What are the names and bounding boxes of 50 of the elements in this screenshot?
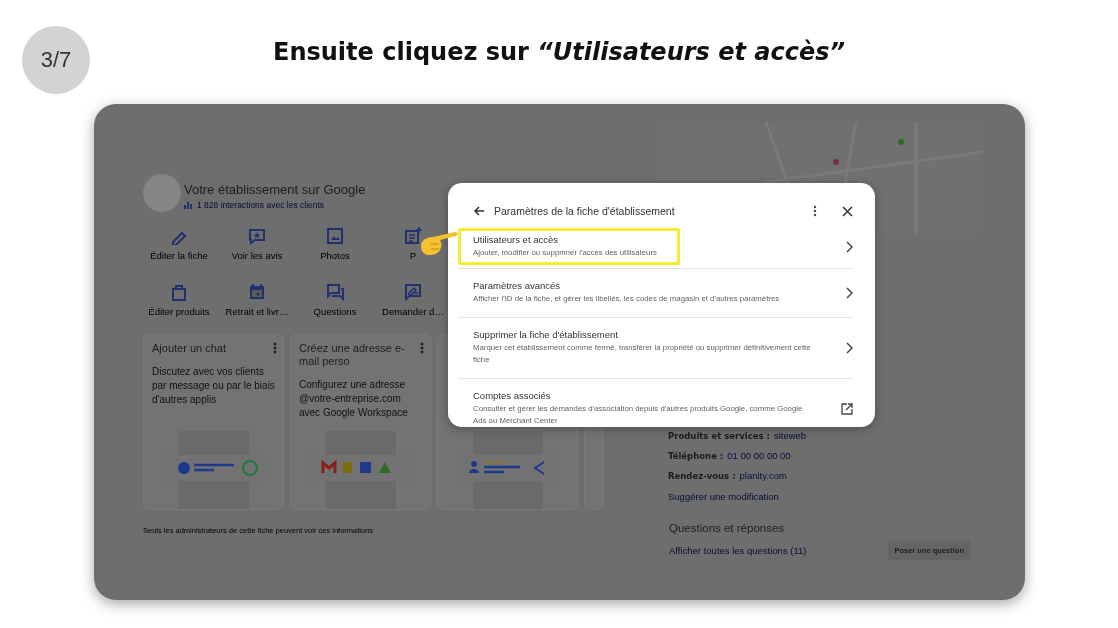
action-button[interactable]: Questions: [296, 283, 374, 317]
close-icon: [842, 205, 853, 217]
card-title: Créez une adresse e-mail perso: [299, 342, 406, 368]
business-title: Votre établissement sur Google: [184, 182, 366, 197]
action-button[interactable]: P: [374, 227, 452, 261]
item-title: Supprimer la fiche d'établissement: [473, 329, 619, 340]
interactions-link[interactable]: 1 828 interactions avec les clients: [197, 200, 325, 210]
more-vertical-icon: [813, 205, 817, 217]
suggest-edit-link[interactable]: Suggérer une modification: [668, 491, 986, 502]
action-button[interactable]: Voir les avis: [218, 227, 296, 261]
more-vertical-icon: [420, 342, 424, 354]
chevron-right-icon: [845, 240, 853, 253]
detail-label: Rendez-vous :: [668, 471, 736, 481]
more-vertical-icon: [273, 342, 277, 354]
post-icon: [404, 227, 422, 245]
card-description: Discutez avec vos clients par message ou par le biais d'autres applis: [152, 365, 276, 407]
step-counter: 3/7: [22, 26, 90, 94]
back-arrow-icon: [473, 205, 485, 217]
action-button[interactable]: Éditer la fiche: [140, 227, 218, 261]
external-link-icon: [841, 402, 853, 415]
action-button[interactable]: Demander d…: [374, 283, 452, 317]
back-button[interactable]: [473, 205, 485, 217]
chevron-right-icon: [845, 286, 853, 299]
instruction-heading: Ensuite cliquez sur “Utilisateurs et accès”: [273, 37, 845, 66]
detail-label: Téléphone :: [668, 451, 724, 461]
action-button[interactable]: Retrait et livr…: [218, 283, 296, 317]
chevron-right-icon: [845, 341, 853, 354]
shopping-bag-icon: [170, 283, 188, 301]
dialog-title: Paramètres de la fiche d'établissement: [494, 205, 676, 217]
all-questions-link[interactable]: Afficher toutes les questions (11): [669, 545, 807, 556]
card-description: Configurez une adresse @votre-entreprise.com avec Google Workspace: [299, 378, 409, 420]
section-title: Questions et réponses: [669, 522, 786, 534]
item-title: Paramètres avancés: [473, 280, 562, 291]
item-title: Comptes associés: [473, 390, 552, 401]
message-edit-icon: [404, 283, 422, 301]
calendar-icon: [248, 283, 266, 301]
more-options-button[interactable]: [813, 205, 817, 217]
action-button[interactable]: Éditer produits: [140, 283, 218, 317]
action-button[interactable]: Photos: [296, 227, 374, 261]
detail-link[interactable]: siteweb: [773, 430, 807, 441]
review-icon: [248, 227, 266, 245]
detail-link[interactable]: 01 00 00 00 00: [727, 450, 791, 461]
detail-label: Produits et services :: [668, 431, 770, 441]
close-button[interactable]: [842, 205, 853, 217]
detail-link[interactable]: planity.com: [739, 470, 787, 481]
item-title: Utilisateurs et accès: [473, 234, 559, 245]
bar-chart-icon: [184, 201, 192, 209]
photo-icon: [326, 227, 344, 245]
chat-bubbles-icon: [326, 283, 344, 301]
card-title: Ajouter un chat: [152, 342, 226, 355]
